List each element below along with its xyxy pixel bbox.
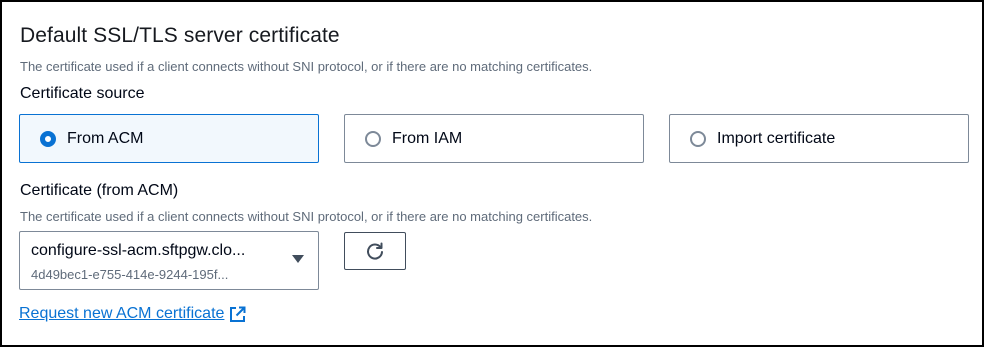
certificate-select-id: 4d49bec1-e755-414e-9244-195f... <box>31 267 229 282</box>
section-title: Default SSL/TLS server certificate <box>20 24 340 47</box>
request-acm-certificate-link[interactable]: Request new ACM certificate <box>19 305 246 323</box>
source-option-label: Import certificate <box>717 129 836 147</box>
source-option-label: From IAM <box>392 129 463 147</box>
caret-down-icon <box>292 255 304 263</box>
source-option-from-iam[interactable]: From IAM <box>344 114 644 163</box>
radio-selected-icon[interactable] <box>40 130 56 147</box>
certificate-source-label: Certificate source <box>20 85 145 102</box>
refresh-icon <box>367 242 383 260</box>
refresh-button[interactable] <box>344 232 406 270</box>
certificate-label: Certificate (from ACM) <box>20 182 179 199</box>
request-acm-certificate-label: Request new ACM certificate <box>19 305 225 322</box>
certificate-select[interactable]: configure-ssl-acm.sftpgw.clo... 4d49bec1… <box>19 231 319 290</box>
section-description: The certificate used if a client connect… <box>20 59 593 74</box>
certificate-select-value: configure-ssl-acm.sftpgw.clo... <box>31 242 246 259</box>
external-link-icon <box>229 306 246 323</box>
source-option-import-certificate[interactable]: Import certificate <box>669 114 969 163</box>
certificate-settings-panel: Default SSL/TLS server certificate The c… <box>0 0 984 347</box>
radio-unselected-icon[interactable] <box>690 130 706 147</box>
source-option-label: From ACM <box>67 129 144 147</box>
source-option-from-acm[interactable]: From ACM <box>19 114 319 163</box>
certificate-description: The certificate used if a client connect… <box>20 209 593 224</box>
radio-unselected-icon[interactable] <box>365 130 381 147</box>
